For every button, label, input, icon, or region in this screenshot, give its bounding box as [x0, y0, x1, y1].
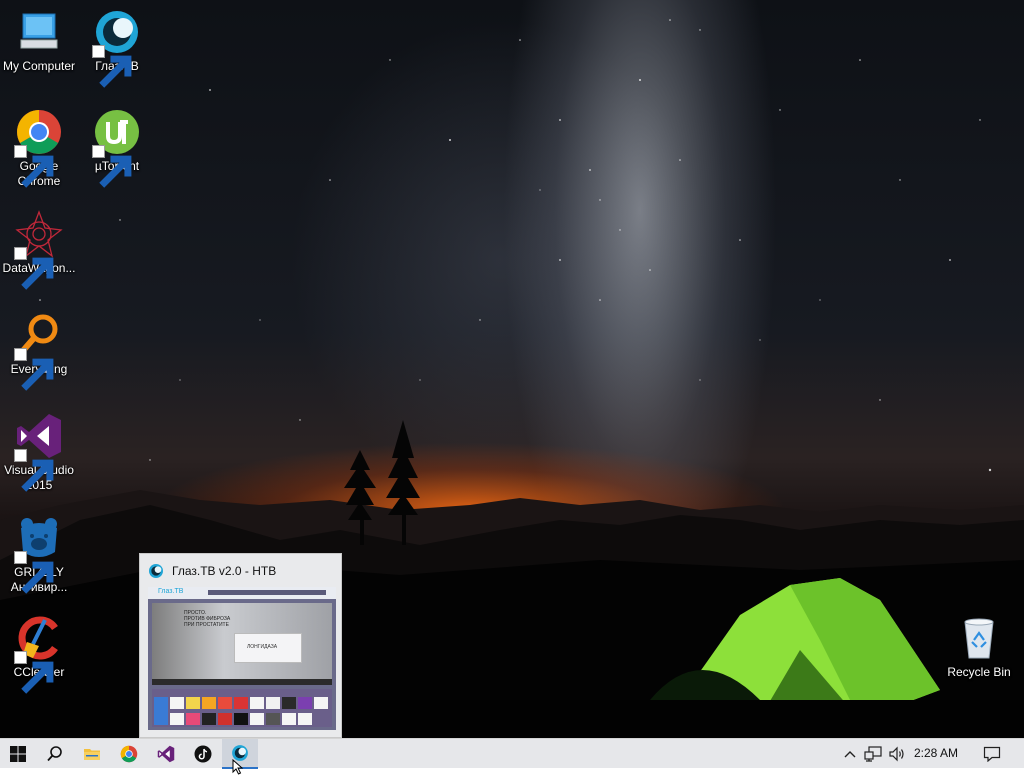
- channel-grid: [152, 689, 332, 727]
- channel-tile[interactable]: [282, 713, 296, 725]
- channel-tile[interactable]: [186, 697, 200, 709]
- tiktok-taskbar-button[interactable]: [185, 739, 221, 769]
- channel-tile[interactable]: [234, 697, 248, 709]
- channel-tile[interactable]: [298, 697, 312, 709]
- video-player[interactable]: ПРОСТО. ПРОТИВ ФИБРОЗА ПРИ ПРОСТАТИТЕ ЛО…: [152, 603, 332, 685]
- channel-tile[interactable]: [202, 713, 216, 725]
- promo-text: ПРИ ПРОСТАТИТЕ: [184, 622, 229, 628]
- channel-tile[interactable]: [250, 713, 264, 725]
- visual-studio-icon: [157, 745, 175, 763]
- network-icon: [864, 746, 882, 762]
- folder-icon: [84, 749, 100, 760]
- volume-button[interactable]: [886, 739, 908, 769]
- search-button[interactable]: [37, 739, 73, 769]
- speaker-icon: [889, 746, 904, 762]
- channel-tile[interactable]: [154, 697, 168, 725]
- app-header-bar: [208, 590, 326, 595]
- start-button[interactable]: [0, 739, 36, 769]
- channel-tile[interactable]: [170, 713, 184, 725]
- desktop-icon-google-chrome[interactable]: Google Chrome: [0, 108, 78, 189]
- network-status-button[interactable]: [862, 739, 884, 769]
- channel-tile[interactable]: [202, 697, 216, 709]
- icon-label: Recycle Bin: [947, 665, 1011, 679]
- channel-tile[interactable]: [186, 713, 200, 725]
- channel-tile[interactable]: [314, 697, 328, 709]
- computer-icon: [20, 13, 58, 49]
- channel-tile[interactable]: [266, 697, 280, 709]
- file-explorer-button[interactable]: [74, 739, 110, 769]
- visual-studio-taskbar-button[interactable]: [148, 739, 184, 769]
- windows-logo-icon: [10, 746, 26, 762]
- glaz-tv-icon: [149, 564, 163, 578]
- taskbar: 2:28 AM: [0, 738, 1024, 775]
- desktop-icon-glaz-tv[interactable]: Глаз.ТВ: [78, 8, 156, 88]
- desktop-wallpaper: My Computer Глаз.ТВ Google Chrome µTorre…: [0, 0, 1024, 738]
- tiktok-icon: [194, 745, 212, 763]
- channel-tile[interactable]: [218, 697, 232, 709]
- thumbnail-window-content: Глаз.ТВ ПРОСТО. ПРОТИВ ФИБРОЗА ПРИ ПРОСТ…: [148, 587, 336, 730]
- desktop-icon-everything[interactable]: Everything: [0, 311, 78, 391]
- desktop-icon-grizzly[interactable]: GRIZZLY Антивир...: [0, 514, 78, 595]
- channel-tile[interactable]: [298, 713, 312, 725]
- taskbar-clock[interactable]: 2:28 AM: [914, 739, 958, 769]
- search-icon: [47, 746, 62, 762]
- recycle-bin-icon: [964, 618, 994, 659]
- app-header: Глаз.ТВ: [148, 587, 336, 599]
- thumbnail-title: Глаз.ТВ v2.0 - НТВ: [172, 564, 277, 578]
- taskbar-thumbnail-preview[interactable]: Глаз.ТВ v2.0 - НТВ Глаз.ТВ ПРОСТО. ПРОТИ…: [139, 553, 342, 738]
- channel-tile[interactable]: [250, 697, 264, 709]
- desktop-icon-visual-studio[interactable]: Visual Studio 2015: [0, 412, 78, 493]
- channel-tile[interactable]: [170, 697, 184, 709]
- action-center-button[interactable]: [978, 739, 1006, 769]
- desktop-icon-datawagon[interactable]: DataWagon...: [0, 210, 78, 290]
- channel-tile[interactable]: [234, 713, 248, 725]
- notification-icon: [983, 746, 1001, 762]
- mouse-cursor-icon: [232, 759, 244, 775]
- show-hidden-icons-button[interactable]: [840, 739, 860, 769]
- desktop-icon-recycle-bin[interactable]: Recycle Bin: [940, 614, 1018, 680]
- channel-tile[interactable]: [282, 697, 296, 709]
- product-box: ЛОНГИДАЗА: [234, 633, 302, 663]
- desktop-icon-utorrent[interactable]: µTorrent: [78, 108, 156, 188]
- channel-tile[interactable]: [266, 713, 280, 725]
- icon-label: My Computer: [2, 59, 76, 73]
- chrome-icon: [120, 745, 138, 763]
- app-brand: Глаз.ТВ: [158, 588, 184, 595]
- desktop-icon-my-computer[interactable]: My Computer: [0, 8, 78, 74]
- product-label: ЛОНГИДАЗА: [247, 644, 278, 650]
- player-controls[interactable]: [152, 679, 332, 685]
- chevron-up-icon: [844, 751, 856, 758]
- desktop-icon-ccleaner[interactable]: CCleaner: [0, 614, 78, 694]
- channel-tile[interactable]: [218, 713, 232, 725]
- chrome-taskbar-button[interactable]: [111, 739, 147, 769]
